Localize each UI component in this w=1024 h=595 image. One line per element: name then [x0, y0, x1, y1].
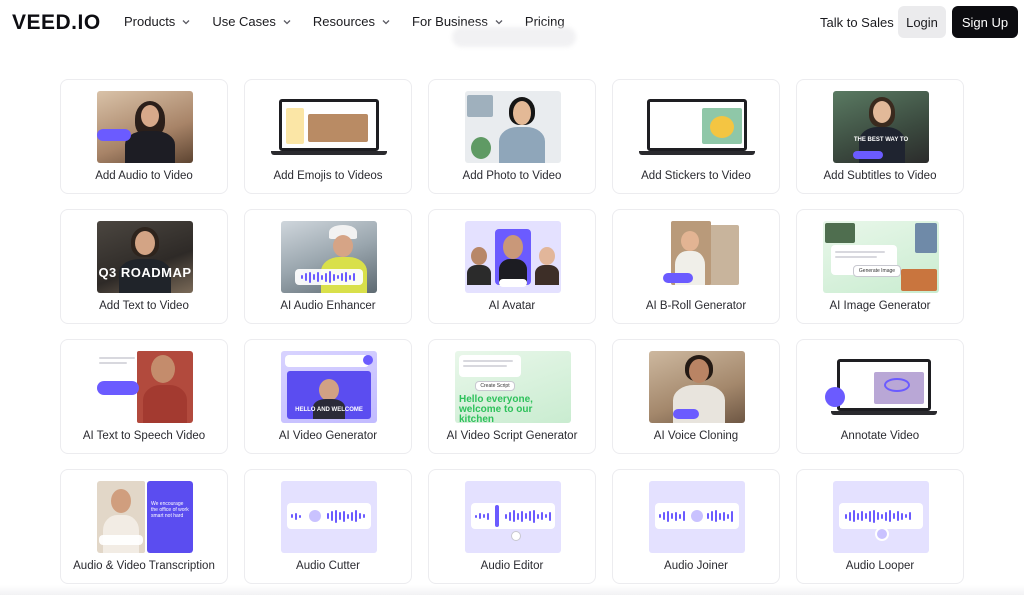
thumbnail-image	[465, 481, 561, 553]
tool-label: AI B-Roll Generator	[645, 300, 747, 312]
tool-card-ai-video-script-generator[interactable]: Create Script Hello everyone, welcome to…	[428, 339, 596, 454]
tool-card-add-subtitles-to-video[interactable]: THE BEST WAY TO Add Subtitles to Video	[796, 79, 964, 194]
tool-card-add-text-to-video[interactable]: Q3 ROADMAP Add Text to Video	[60, 209, 228, 324]
thumbnail-caption: Hello everyone, welcome to our kitchen	[459, 394, 533, 424]
thumbnail-image	[823, 351, 939, 423]
thumbnail-caption: Q3 ROADMAP	[98, 265, 192, 280]
chevron-down-icon	[493, 16, 505, 28]
thumbnail-caption: THE BEST WAY TO	[853, 137, 909, 143]
tool-label: AI Voice Cloning	[653, 430, 739, 442]
thumbnail-image: Generate Image	[823, 221, 939, 293]
talk-to-sales-link[interactable]: Talk to Sales	[820, 15, 894, 30]
signup-button[interactable]: Sign Up	[952, 6, 1018, 38]
thumbnail-image	[465, 91, 561, 163]
nav-label: Resources	[312, 14, 376, 29]
thumbnail-image: Create Script Hello everyone, welcome to…	[455, 351, 571, 423]
page-bottom-fade	[0, 585, 1024, 595]
nav-resources[interactable]: Resources	[313, 14, 392, 29]
tool-card-ai-avatar[interactable]: AI Avatar	[428, 209, 596, 324]
tool-card-add-audio-to-video[interactable]: Add Audio to Video	[60, 79, 228, 194]
tool-label: Annotate Video	[840, 430, 920, 442]
tool-card-audio-joiner[interactable]: Audio Joiner	[612, 469, 780, 584]
tool-label: Audio Looper	[845, 560, 915, 572]
tool-label: Add Subtitles to Video	[823, 170, 937, 182]
thumbnail-image: We encourage the office of work smart no…	[97, 481, 193, 553]
chevron-down-icon	[380, 16, 392, 28]
chevron-down-icon	[180, 16, 192, 28]
veed-logo[interactable]: VEED.IO	[12, 11, 101, 35]
tool-label: AI Video Script Generator	[446, 430, 578, 442]
nav-label: Products	[124, 14, 176, 29]
blurred-banner	[452, 27, 576, 47]
tool-card-audio-cutter[interactable]: Audio Cutter	[244, 469, 412, 584]
thumbnail-button: Generate Image	[853, 265, 901, 277]
tool-label: Add Audio to Video	[95, 170, 193, 182]
nav-use-cases[interactable]: Use Cases	[212, 14, 293, 29]
tool-label: AI Audio Enhancer	[280, 300, 376, 312]
thumbnail-caption: We encourage the office of work smart no…	[151, 501, 189, 519]
nav-label: Use Cases	[212, 14, 276, 29]
thumbnail-button: Create Script	[475, 381, 515, 391]
tool-label: Add Emojis to Videos	[273, 170, 383, 182]
tool-card-ai-image-generator[interactable]: Generate Image AI Image Generator	[796, 209, 964, 324]
top-navigation: VEED.IO Products Use Cases Resources For…	[0, 0, 1024, 47]
tool-card-audio-video-transcription[interactable]: We encourage the office of work smart no…	[60, 469, 228, 584]
thumbnail-image: Q3 ROADMAP	[97, 221, 193, 293]
tool-card-audio-looper[interactable]: Audio Looper	[796, 469, 964, 584]
thumbnail-image	[281, 481, 377, 553]
tool-label: AI Image Generator	[829, 300, 931, 312]
nav-products[interactable]: Products	[124, 14, 192, 29]
tool-label: AI Video Generator	[278, 430, 378, 442]
chevron-down-icon	[281, 16, 293, 28]
thumbnail-image: THE BEST WAY TO	[833, 91, 929, 163]
thumbnail-image	[833, 481, 929, 553]
tool-label: Audio Cutter	[296, 560, 360, 572]
tool-card-annotate-video[interactable]: Annotate Video	[796, 339, 964, 454]
tool-card-ai-b-roll-generator[interactable]: AI B-Roll Generator	[612, 209, 780, 324]
tool-label: Add Photo to Video	[462, 170, 562, 182]
tool-card-audio-editor[interactable]: Audio Editor	[428, 469, 596, 584]
tools-grid: Add Audio to Video Add Emojis to Videos …	[60, 79, 964, 584]
thumbnail-image	[649, 481, 745, 553]
login-button[interactable]: Login	[898, 6, 946, 38]
thumbnail-image	[465, 221, 561, 293]
tool-card-ai-audio-enhancer[interactable]: AI Audio Enhancer	[244, 209, 412, 324]
thumbnail-image	[97, 351, 193, 423]
tool-label: Audio Editor	[480, 560, 544, 572]
thumbnail-image	[97, 91, 193, 163]
tool-card-add-stickers-to-video[interactable]: Add Stickers to Video	[612, 79, 780, 194]
tool-card-add-photo-to-video[interactable]: Add Photo to Video	[428, 79, 596, 194]
tool-label: AI Text to Speech Video	[82, 430, 206, 442]
thumbnail-image	[649, 351, 745, 423]
tool-label: Add Stickers to Video	[641, 170, 751, 182]
tool-label: Audio & Video Transcription	[73, 560, 215, 572]
tool-label: AI Avatar	[488, 300, 536, 312]
thumbnail-image	[649, 221, 745, 293]
pencil-icon	[825, 387, 845, 407]
thumbnail-image	[271, 91, 387, 163]
tool-card-ai-video-generator[interactable]: HELLO AND WELCOME AI Video Generator	[244, 339, 412, 454]
thumbnail-image	[639, 91, 755, 163]
thumbnail-image: HELLO AND WELCOME	[281, 351, 377, 423]
tool-card-ai-voice-cloning[interactable]: AI Voice Cloning	[612, 339, 780, 454]
tool-label: Audio Joiner	[664, 560, 728, 572]
tool-label: Add Text to Video	[99, 300, 189, 312]
tool-card-ai-text-to-speech-video[interactable]: AI Text to Speech Video	[60, 339, 228, 454]
thumbnail-image	[281, 221, 377, 293]
thumbnail-caption: HELLO AND WELCOME	[295, 407, 363, 413]
tool-card-add-emojis-to-videos[interactable]: Add Emojis to Videos	[244, 79, 412, 194]
